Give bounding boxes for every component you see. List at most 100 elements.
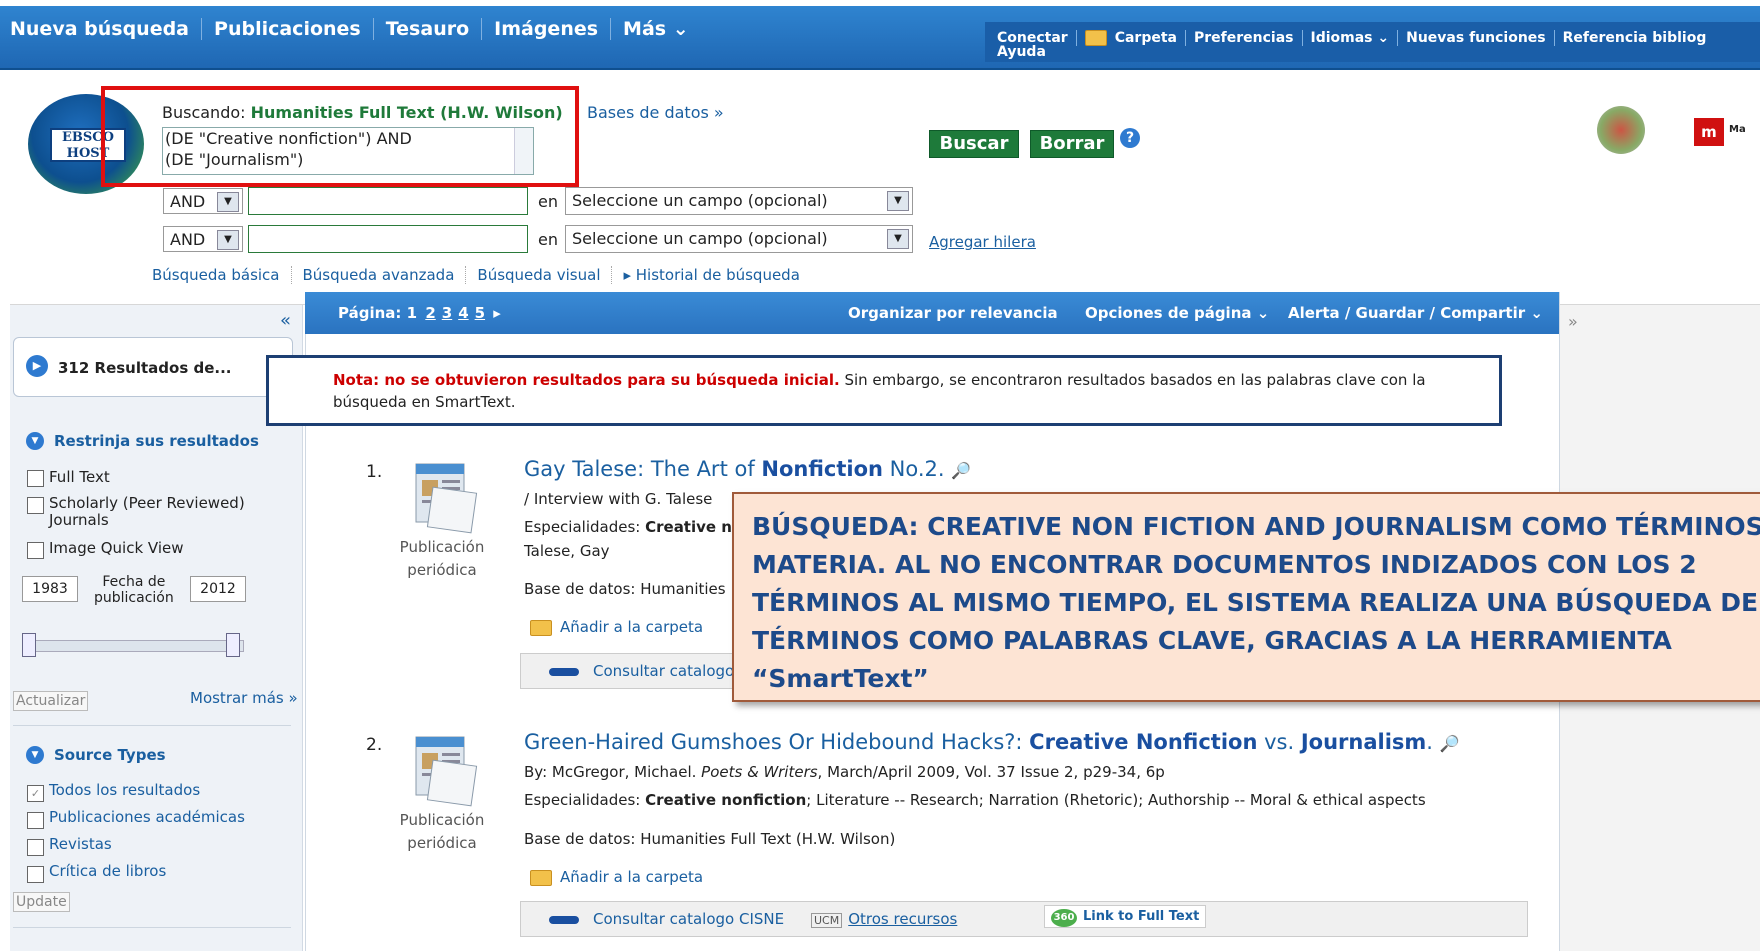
preferences-link[interactable]: Preferencias: [1185, 30, 1302, 46]
left-sidebar: [10, 305, 303, 951]
alert-save-share[interactable]: Alerta / Guardar / Compartir ⌄: [1288, 304, 1543, 322]
add-to-folder-link[interactable]: Añadir a la carpeta: [530, 618, 703, 636]
page-1[interactable]: 1: [407, 304, 417, 322]
source-label[interactable]: Publicaciones académicas: [49, 808, 245, 826]
callout-line: MATERIA. AL NO ENCONTRAR DOCUMENTOS INDI…: [752, 550, 1697, 579]
full-text-360-icon: 360: [1051, 909, 1077, 927]
collapse-section-icon[interactable]: ▼: [26, 432, 44, 450]
result-database: Base de datos: Humanities Full Text (H.W…: [524, 830, 896, 848]
year-to-input[interactable]: 2012: [190, 576, 246, 602]
in-label: en: [538, 192, 558, 211]
result-number: 1.: [366, 462, 383, 482]
divider: [13, 725, 291, 726]
show-more-link[interactable]: Mostrar más »: [190, 689, 298, 707]
cisne-catalog-link[interactable]: Consultar catalogo: [549, 662, 734, 680]
highlight-search-box: [101, 86, 579, 187]
visual-search-link[interactable]: Búsqueda visual: [465, 266, 611, 284]
advanced-search-link[interactable]: Búsqueda avanzada: [290, 266, 466, 284]
source-label[interactable]: Crítica de libros: [49, 862, 166, 880]
expand-right-icon[interactable]: »: [1568, 312, 1578, 331]
page-options[interactable]: Opciones de página ⌄: [1085, 304, 1269, 322]
search-history-link[interactable]: ▸ Historial de búsqueda: [611, 266, 810, 284]
result-byline: / Interview with G. Talese: [524, 490, 713, 508]
field-select-2[interactable]: Seleccione un campo (opcional) ▼: [565, 225, 913, 253]
result-type: Publicación periódica: [399, 811, 485, 852]
callout-line: BÚSQUEDA: CREATIVE NON FICTION AND JOURN…: [752, 512, 1760, 541]
bibliography-link[interactable]: Referencia bibliog: [1553, 30, 1715, 46]
checkbox-all-results[interactable]: ✓: [27, 785, 44, 802]
university-crest-logo: [1597, 106, 1645, 154]
help-link[interactable]: Ayuda: [997, 44, 1046, 60]
languages-link[interactable]: Idiomas ⌄: [1301, 30, 1398, 46]
checkbox-scholarly[interactable]: [27, 497, 44, 514]
collapse-left-icon[interactable]: «: [280, 310, 291, 331]
search-button[interactable]: Buscar: [929, 130, 1019, 158]
source-types-title: Source Types: [54, 746, 166, 764]
result-title-link[interactable]: Green-Haired Gumshoes Or Hidebound Hacks…: [524, 730, 1460, 754]
slider-handle-left[interactable]: [22, 633, 36, 657]
add-to-folder-link[interactable]: Añadir a la carpeta: [530, 868, 703, 886]
result-links-bar: Consultar catalogo: [520, 653, 742, 689]
folder-link[interactable]: Carpeta: [1075, 30, 1185, 46]
checkbox-magazines[interactable]: [27, 839, 44, 856]
results-count: 312 Resultados de...: [58, 359, 232, 377]
help-icon[interactable]: ?: [1120, 128, 1140, 148]
periodical-icon: [410, 733, 482, 813]
source-label[interactable]: Todos los resultados: [49, 781, 200, 799]
other-resources-link[interactable]: UCM Otros recursos: [811, 910, 957, 928]
madrid-logo: m: [1694, 118, 1724, 146]
slider-handle-right[interactable]: [226, 633, 240, 657]
checkbox-image-quick-view[interactable]: [27, 542, 44, 559]
callout-line: TÉRMINOS COMO PALABRAS CLAVE, GRACIAS A …: [752, 626, 1672, 655]
search-field-1[interactable]: [248, 187, 528, 215]
update-button-2[interactable]: Update: [13, 892, 70, 912]
add-row-link[interactable]: Agregar hilera: [929, 233, 1036, 251]
basic-search-link[interactable]: Búsqueda básica: [152, 266, 291, 284]
result-title-link[interactable]: Gay Talese: The Art of Nonfiction No.2. …: [524, 457, 971, 481]
nav-images[interactable]: Imágenes: [481, 18, 610, 40]
filter-label: Journals: [49, 511, 109, 529]
checkbox-full-text[interactable]: [27, 470, 44, 487]
new-features-link[interactable]: Nuevas funciones: [1397, 30, 1554, 46]
date-label: Fecha de publicación: [94, 574, 174, 606]
update-button[interactable]: Actualizar: [13, 691, 89, 711]
collapse-section-icon[interactable]: ▼: [26, 746, 44, 764]
search-field-2[interactable]: [248, 225, 528, 253]
date-slider[interactable]: [22, 640, 244, 652]
ucm-icon: UCM: [811, 913, 843, 928]
preview-magnifier-icon[interactable]: 🔎: [951, 461, 971, 480]
boolean-select-1[interactable]: AND ▼: [163, 188, 243, 214]
chevron-down-icon: ▼: [887, 229, 909, 249]
nav-new-search[interactable]: Nueva búsqueda: [0, 18, 201, 40]
explanation-callout: BÚSQUEDA: CREATIVE NON FICTION AND JOURN…: [732, 492, 1760, 702]
page-3[interactable]: 3: [442, 304, 452, 322]
year-from-input[interactable]: 1983: [22, 576, 78, 602]
clear-button[interactable]: Borrar: [1030, 130, 1114, 158]
result-database: Base de datos: Humanities: [524, 580, 726, 598]
field-select-1[interactable]: Seleccione un campo (opcional) ▼: [565, 187, 913, 215]
preview-magnifier-icon[interactable]: 🔎: [1440, 734, 1460, 753]
divider: [13, 927, 291, 928]
page-5[interactable]: 5: [475, 304, 485, 322]
checkbox-book-reviews[interactable]: [27, 866, 44, 883]
databases-link[interactable]: Bases de datos »: [578, 103, 724, 122]
smarttext-note: Nota: no se obtuvieron resultados para s…: [333, 371, 1426, 411]
nav-publications[interactable]: Publicaciones: [201, 18, 373, 40]
nav-more[interactable]: Más ⌄: [610, 18, 701, 40]
nav-thesaurus[interactable]: Tesauro: [372, 18, 481, 40]
callout-line: TÉRMINOS AL MISMO TIEMPO, EL SISTEMA REA…: [752, 588, 1760, 617]
source-label[interactable]: Revistas: [49, 835, 112, 853]
next-page-icon[interactable]: ▸: [493, 304, 501, 322]
link-to-full-text-button[interactable]: 360 Link to Full Text: [1044, 905, 1207, 928]
pagination: Página: 1 2345 ▸: [338, 304, 501, 322]
checkbox-academic[interactable]: [27, 812, 44, 829]
cisne-catalog-link[interactable]: Consultar catalogo CISNE: [549, 910, 784, 928]
folder-icon: [530, 869, 552, 886]
page-2[interactable]: 2: [425, 304, 435, 322]
boolean-select-2[interactable]: AND ▼: [163, 226, 243, 252]
sort-relevance[interactable]: Organizar por relevancia: [848, 304, 1058, 322]
catalog-icon: [549, 915, 579, 924]
top-nav: Nueva búsqueda Publicaciones Tesauro Imá…: [0, 14, 701, 44]
page-4[interactable]: 4: [458, 304, 468, 322]
filter-label: Image Quick View: [49, 539, 184, 557]
